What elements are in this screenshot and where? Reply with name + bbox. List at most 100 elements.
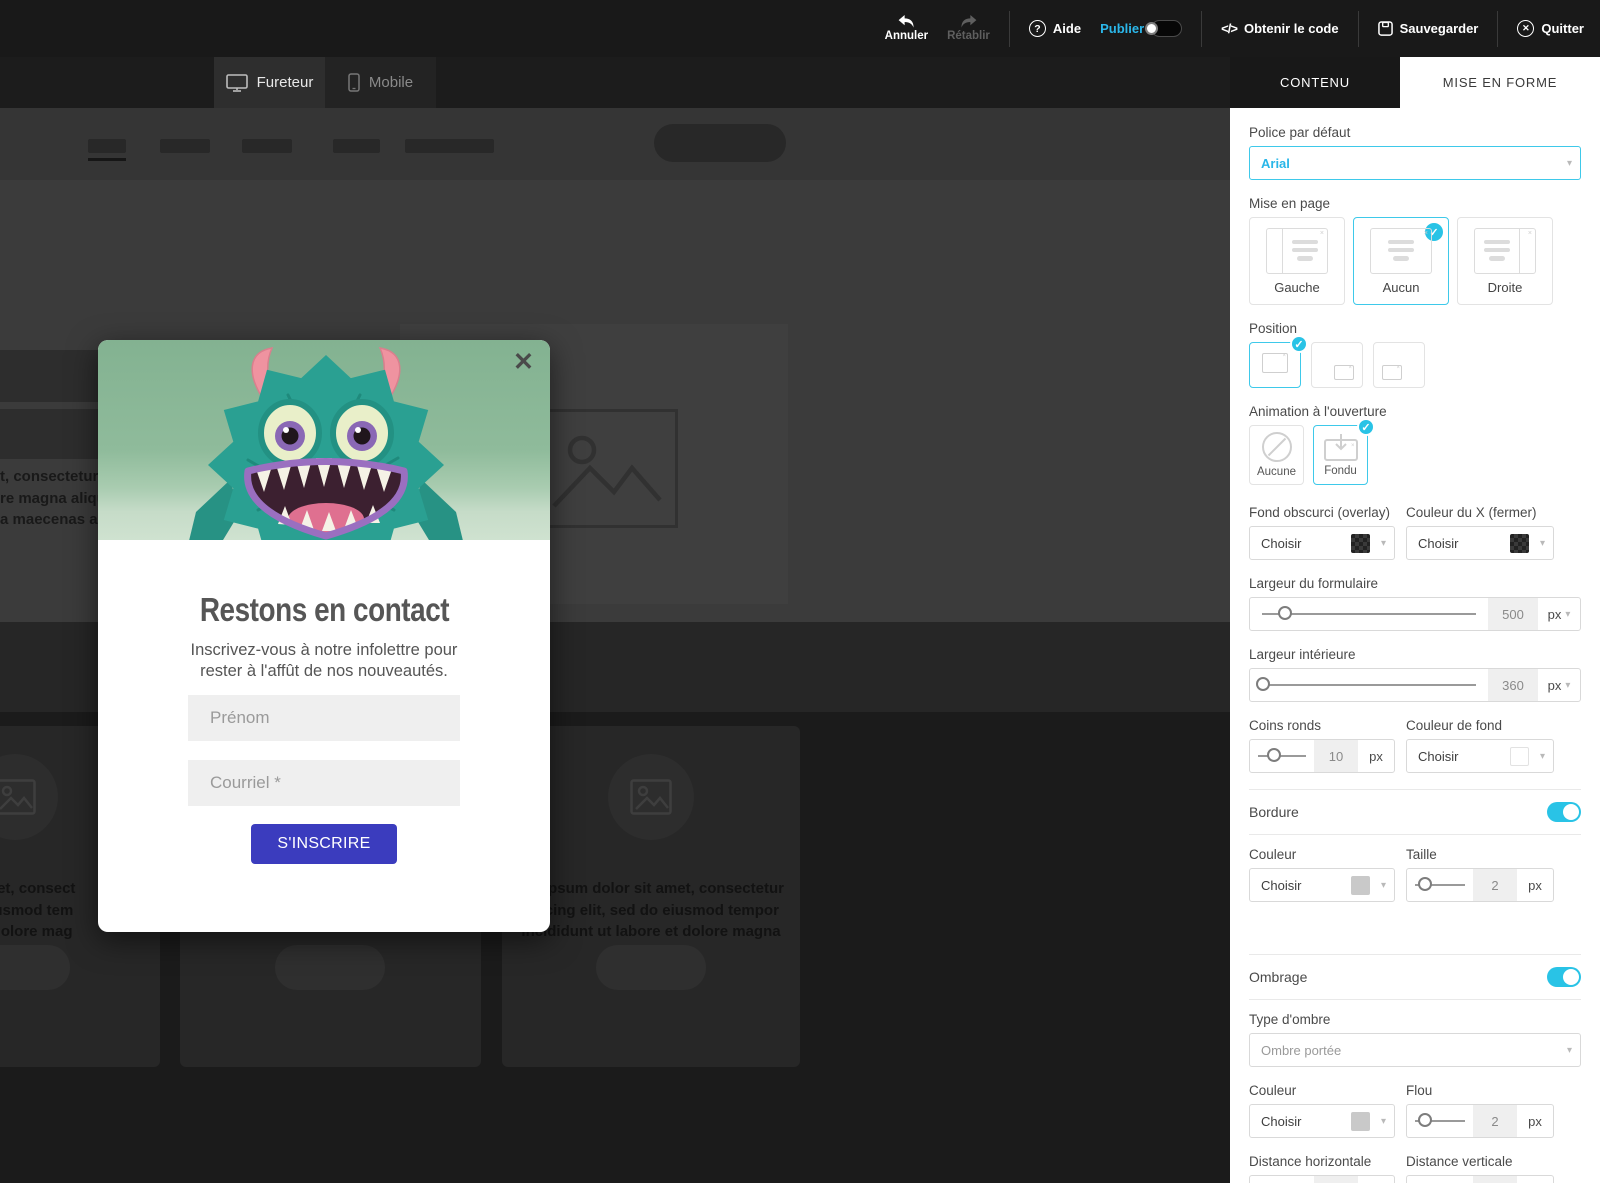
slider-handle[interactable] [1418, 877, 1432, 891]
mock-nav-item [160, 139, 210, 153]
caret-down-icon: ▾ [1381, 1116, 1386, 1127]
undo-button[interactable]: Annuler [885, 15, 928, 42]
font-value: Arial [1261, 156, 1290, 171]
inner-width-value[interactable]: 360 [1488, 669, 1538, 701]
redo-label: Rétablir [947, 30, 990, 42]
slider-handle[interactable] [1418, 1113, 1432, 1127]
border-size-slider[interactable] [1415, 884, 1465, 886]
phone-icon [348, 73, 360, 92]
save-button[interactable]: Sauvegarder [1378, 21, 1479, 36]
layout-options: × Gauche ✓ × Aucun × Droite [1249, 217, 1581, 305]
shadow-color-select[interactable]: Choisir ▾ [1249, 1104, 1395, 1138]
publish-label: Publier [1100, 21, 1144, 36]
position-option-bottom-right[interactable]: × [1311, 342, 1363, 388]
tab-browser[interactable]: Fureteur [214, 57, 325, 108]
publish-control: Publier [1100, 20, 1182, 37]
border-size-value[interactable]: 2 [1473, 869, 1517, 901]
layout-option-gauche[interactable]: × Gauche [1249, 217, 1345, 305]
close-x-color-select[interactable]: Choisir ▾ [1406, 526, 1554, 560]
mock-card-button [0, 945, 70, 990]
form-width-control: 500 px▾ [1249, 597, 1581, 631]
monster-illustration [98, 340, 550, 540]
form-width-label: Largeur du formulaire [1249, 576, 1581, 591]
email-field[interactable] [188, 760, 460, 806]
shadow-type-value: Ombre portée [1261, 1043, 1341, 1058]
slider-handle[interactable] [1256, 677, 1270, 691]
shadow-blur-slider[interactable] [1415, 1120, 1465, 1122]
shadow-toggle[interactable] [1547, 967, 1581, 987]
font-select[interactable]: Arial ▾ [1249, 146, 1581, 180]
distance-v-control: 2 px [1406, 1175, 1554, 1183]
tab-contenu[interactable]: CONTENU [1230, 57, 1400, 108]
distance-h-value[interactable]: 2 [1314, 1176, 1358, 1183]
position-option-bottom-left[interactable]: × [1373, 342, 1425, 388]
position-center-icon: × [1262, 353, 1288, 373]
close-x-color-label: Couleur du X (fermer) [1406, 505, 1554, 520]
bg-color-select[interactable]: Choisir ▾ [1406, 739, 1554, 773]
corners-slider[interactable] [1258, 755, 1306, 757]
border-size-unit: px [1517, 878, 1553, 893]
mock-nav-item [405, 139, 494, 153]
get-code-label: Obtenir le code [1244, 21, 1339, 36]
border-color-select[interactable]: Choisir ▾ [1249, 868, 1395, 902]
shadow-type-select[interactable]: Ombre portée ▾ [1249, 1033, 1581, 1067]
layout-left-icon: × [1266, 228, 1328, 274]
corners-label: Coins ronds [1249, 718, 1395, 733]
shadow-blur-unit: px [1517, 1114, 1553, 1129]
save-icon [1378, 21, 1393, 36]
get-code-button[interactable]: </> Obtenir le code [1221, 21, 1338, 36]
layout-right-icon: × [1474, 228, 1536, 274]
bg-color-value: Choisir [1418, 749, 1458, 764]
help-icon: ? [1029, 20, 1046, 37]
distance-v-value[interactable]: 2 [1473, 1176, 1517, 1183]
slider-handle[interactable] [1267, 748, 1281, 762]
first-name-field[interactable] [188, 695, 460, 741]
form-width-unit[interactable]: px▾ [1538, 607, 1580, 622]
tab-mise-en-forme[interactable]: MISE EN FORME [1400, 57, 1600, 108]
subscribe-button[interactable]: S'INSCRIRE [251, 824, 397, 864]
quit-button[interactable]: ✕ Quitter [1517, 20, 1584, 37]
inner-width-unit[interactable]: px▾ [1538, 678, 1580, 693]
position-label: Position [1249, 321, 1581, 336]
app-root: Annuler Rétablir ? Aide Publier </> Obte… [0, 0, 1600, 1183]
shadow-blur-value[interactable]: 2 [1473, 1105, 1517, 1137]
tab-mobile[interactable]: Mobile [325, 57, 436, 108]
font-label: Police par défaut [1249, 125, 1581, 140]
redo-button[interactable]: Rétablir [947, 15, 990, 42]
color-swatch [1351, 1112, 1370, 1131]
help-button[interactable]: ? Aide [1029, 20, 1081, 37]
position-option-center[interactable]: ✓ × [1249, 342, 1301, 388]
inner-width-slider[interactable] [1262, 684, 1476, 686]
border-toggle[interactable] [1547, 802, 1581, 822]
sidebar-tabs: CONTENU MISE EN FORME [1230, 57, 1600, 108]
mock-nav-item [88, 139, 126, 153]
form-width-slider[interactable] [1262, 613, 1476, 615]
animation-option-fondu[interactable]: ✓ × Fondu [1313, 425, 1368, 485]
border-label: Bordure [1249, 804, 1299, 820]
corners-value[interactable]: 10 [1314, 740, 1358, 772]
color-swatch [1510, 747, 1529, 766]
animation-option-aucune[interactable]: Aucune [1249, 425, 1304, 485]
shadow-blur-control: 2 px [1406, 1104, 1554, 1138]
overlay-color-value: Choisir [1261, 536, 1301, 551]
caret-down-icon: ▾ [1381, 880, 1386, 891]
color-swatch [1351, 876, 1370, 895]
corners-row: Coins ronds 10 px Couleur de fond Choisi… [1249, 718, 1581, 773]
publish-toggle[interactable] [1151, 20, 1182, 37]
slider-handle[interactable] [1278, 606, 1292, 620]
close-icon[interactable]: ✕ [513, 350, 534, 375]
overlay-color-select[interactable]: Choisir ▾ [1249, 526, 1395, 560]
color-swatch [1510, 534, 1529, 553]
layout-option-aucun[interactable]: ✓ × Aucun [1353, 217, 1449, 305]
divider [1249, 834, 1581, 835]
toolbar-divider [1009, 11, 1010, 47]
form-width-value[interactable]: 500 [1488, 598, 1538, 630]
device-tabstrip: Fureteur Mobile [0, 57, 1230, 108]
layout-option-droite[interactable]: × Droite [1457, 217, 1553, 305]
border-settings-row: Couleur Choisir ▾ Taille 2 px [1249, 847, 1581, 902]
popup-header-image [98, 340, 550, 540]
shadow-blur-label: Flou [1406, 1083, 1554, 1098]
border-size-label: Taille [1406, 847, 1554, 862]
shadow-color-label: Couleur [1249, 1083, 1395, 1098]
corners-control: 10 px [1249, 739, 1395, 773]
